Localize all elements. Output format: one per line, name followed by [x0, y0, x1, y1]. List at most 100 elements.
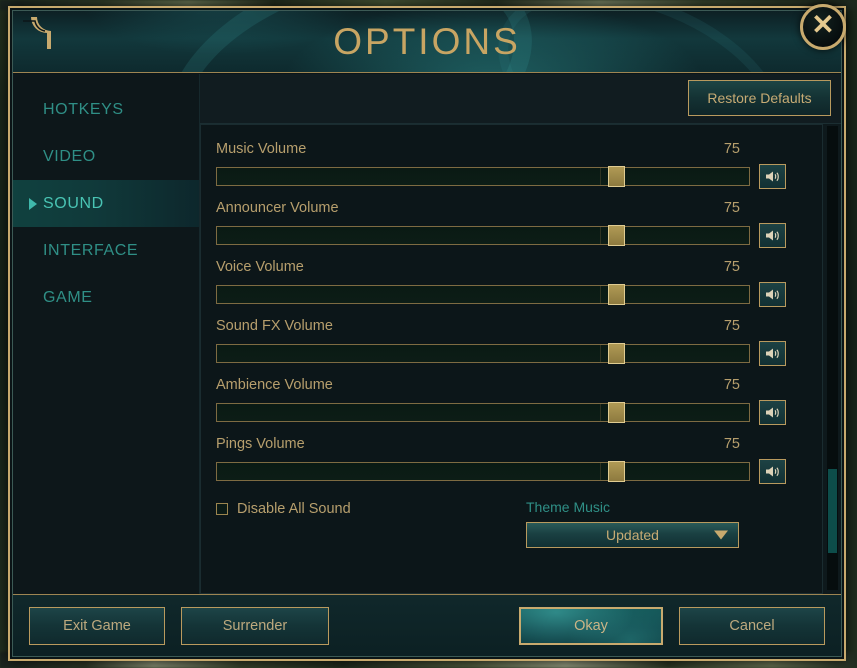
setting-row-header: Ambience Volume 75 [216, 377, 786, 393]
setting-label: Sound FX Volume [216, 318, 333, 334]
sidebar-item-hotkeys[interactable]: HOTKEYS [13, 86, 199, 133]
theme-music-label: Theme Music [526, 499, 611, 515]
sidebar-item-video[interactable]: VIDEO [13, 133, 199, 180]
pings-volume-mute-button[interactable] [759, 459, 786, 484]
setting-value: 75 [723, 436, 740, 452]
exit-game-label: Exit Game [63, 617, 131, 634]
surrender-button[interactable]: Surrender [181, 606, 329, 645]
setting-value: 75 [723, 200, 740, 216]
sidebar-item-label: INTERFACE [43, 241, 139, 259]
announcer-volume-slider[interactable] [216, 225, 750, 246]
setting-row-header: Sound FX Volume 75 [216, 318, 786, 334]
bottom-controls: Disable All Sound Theme Music Updated [216, 499, 786, 548]
slider-handle[interactable] [608, 166, 625, 187]
slider-handle[interactable] [608, 225, 625, 246]
setting-label: Ambience Volume [216, 377, 333, 393]
setting-row-announcer-volume: Announcer Volume 75 [216, 200, 786, 248]
speaker-icon [766, 230, 779, 241]
disable-all-sound-label: Disable All Sound [237, 501, 351, 517]
cancel-label: Cancel [729, 617, 775, 634]
slider-tick [600, 286, 602, 303]
scrollbar-thumb[interactable] [828, 469, 837, 553]
page-title: OPTIONS [333, 20, 521, 62]
speaker-icon [766, 348, 779, 359]
sidebar-item-game[interactable]: GAME [13, 274, 199, 321]
slider-handle[interactable] [608, 343, 625, 364]
exit-game-button[interactable]: Exit Game [29, 606, 165, 645]
content-toolbar: Restore Defaults [200, 74, 841, 124]
voice-volume-mute-button[interactable] [759, 282, 786, 307]
setting-row-control [216, 164, 786, 189]
setting-label: Announcer Volume [216, 200, 339, 216]
setting-row-control [216, 223, 786, 248]
pings-volume-slider[interactable] [216, 461, 750, 482]
dialog-body: HOTKEYS VIDEO SOUND INTERFACE GAME Resto… [13, 74, 841, 594]
sidebar-item-label: HOTKEYS [43, 100, 124, 118]
setting-row-control [216, 341, 786, 366]
content-area: Restore Defaults Music Volume 75 Announc… [199, 74, 841, 594]
ambience-volume-mute-button[interactable] [759, 400, 786, 425]
setting-label: Music Volume [216, 141, 307, 157]
setting-row-control [216, 282, 786, 307]
restore-defaults-button[interactable]: Restore Defaults [688, 80, 831, 116]
checkbox-icon[interactable] [216, 503, 228, 515]
slider-tick [600, 463, 602, 480]
speaker-icon [766, 466, 779, 477]
theme-music-selected-value: Updated [606, 527, 659, 543]
setting-value: 75 [723, 318, 740, 334]
okay-label: Okay [574, 617, 608, 634]
sound-fx-volume-mute-button[interactable] [759, 341, 786, 366]
close-button[interactable]: ✕ [800, 4, 846, 50]
sidebar-item-label: GAME [43, 288, 93, 306]
slider-tick [600, 168, 602, 185]
setting-row-control [216, 400, 786, 425]
setting-row-header: Pings Volume 75 [216, 436, 786, 452]
setting-row-music-volume: Music Volume 75 [216, 141, 786, 189]
surrender-label: Surrender [222, 617, 288, 634]
setting-row-voice-volume: Voice Volume 75 [216, 259, 786, 307]
options-dialog: OPTIONS HOTKEYS VIDEO SOUND INTERFACE GA… [8, 4, 846, 661]
speaker-icon [766, 289, 779, 300]
music-volume-slider[interactable] [216, 166, 750, 187]
settings-panel: Music Volume 75 Announcer Volume 75 Voic… [200, 124, 823, 594]
restore-defaults-label: Restore Defaults [707, 90, 812, 106]
okay-button[interactable]: Okay [519, 606, 663, 645]
options-dialog-inner: OPTIONS HOTKEYS VIDEO SOUND INTERFACE GA… [12, 10, 842, 657]
speaker-icon [766, 171, 779, 182]
chevron-down-icon [714, 530, 728, 540]
ambience-volume-slider[interactable] [216, 402, 750, 423]
setting-row-control [216, 459, 786, 484]
slider-tick [600, 227, 602, 244]
title-bar: OPTIONS [13, 11, 841, 73]
setting-value: 75 [723, 259, 740, 275]
sidebar-item-label: SOUND [43, 194, 104, 212]
selected-arrow-icon [29, 197, 37, 210]
setting-row-pings-volume: Pings Volume 75 [216, 436, 786, 484]
sidebar: HOTKEYS VIDEO SOUND INTERFACE GAME [13, 74, 199, 594]
setting-value: 75 [723, 141, 740, 157]
slider-handle[interactable] [608, 402, 625, 423]
theme-music-group: Theme Music Updated [526, 499, 739, 548]
sidebar-item-label: VIDEO [43, 147, 96, 165]
music-volume-mute-button[interactable] [759, 164, 786, 189]
setting-row-header: Music Volume 75 [216, 141, 786, 157]
sidebar-item-sound[interactable]: SOUND [13, 180, 199, 227]
voice-volume-slider[interactable] [216, 284, 750, 305]
disable-all-sound-checkbox[interactable]: Disable All Sound [216, 499, 526, 517]
setting-row-ambience-volume: Ambience Volume 75 [216, 377, 786, 425]
close-icon: ✕ [811, 9, 835, 40]
content-scrollbar[interactable] [827, 126, 838, 590]
sound-fx-volume-slider[interactable] [216, 343, 750, 364]
slider-tick [600, 345, 602, 362]
slider-handle[interactable] [608, 461, 625, 482]
slider-handle[interactable] [608, 284, 625, 305]
cancel-button[interactable]: Cancel [679, 606, 825, 645]
dialog-footer: Exit Game Surrender Okay Cancel [13, 594, 841, 656]
announcer-volume-mute-button[interactable] [759, 223, 786, 248]
slider-tick [600, 404, 602, 421]
sidebar-item-interface[interactable]: INTERFACE [13, 227, 199, 274]
setting-row-header: Announcer Volume 75 [216, 200, 786, 216]
setting-label: Voice Volume [216, 259, 304, 275]
theme-music-dropdown[interactable]: Updated [526, 522, 739, 548]
setting-row-sound-fx-volume: Sound FX Volume 75 [216, 318, 786, 366]
